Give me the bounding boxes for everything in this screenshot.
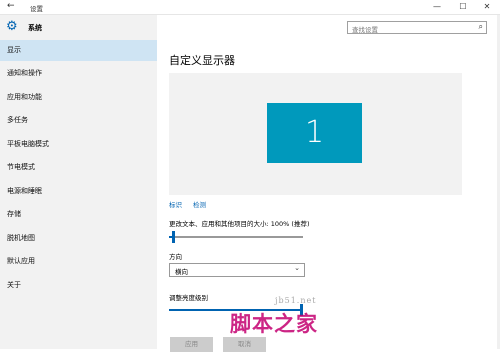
sidebar-item-offline-maps[interactable]: 脱机地图 — [0, 228, 157, 249]
orientation-value: 横向 — [175, 268, 188, 276]
orientation-select[interactable]: 横向 ⌄ — [169, 263, 305, 277]
main-content: 查找设置 ⌕ 自定义显示器 1 标识 检测 更改文本、应用和其他项目的大小: 1… — [157, 15, 500, 352]
sidebar-item-tablet-mode[interactable]: 平板电脑模式 — [0, 134, 157, 155]
close-button[interactable]: ✕ — [476, 0, 498, 14]
scale-label: 更改文本、应用和其他项目的大小: 100% (推荐) — [169, 220, 310, 228]
sidebar-item-notifications[interactable]: 通知和操作 — [0, 63, 157, 84]
gear-icon: ⚙ — [6, 19, 18, 34]
search-input[interactable]: 查找设置 ⌕ — [347, 21, 487, 34]
sidebar-item-label: 脱机地图 — [7, 234, 35, 242]
sidebar-item-apps[interactable]: 应用和功能 — [0, 87, 157, 108]
sidebar-item-storage[interactable]: 存储 — [0, 204, 157, 225]
scale-slider-thumb[interactable] — [172, 231, 175, 243]
monitor-tile[interactable]: 1 — [267, 103, 362, 163]
sidebar-item-label: 默认应用 — [7, 257, 35, 265]
sidebar-item-label: 通知和操作 — [7, 69, 42, 77]
sidebar-item-power-sleep[interactable]: 电源和睡眠 — [0, 181, 157, 202]
page-title: 自定义显示器 — [169, 54, 235, 67]
scale-slider[interactable] — [169, 231, 303, 243]
sidebar-item-default-apps[interactable]: 默认应用 — [0, 251, 157, 272]
back-arrow-icon[interactable]: ← — [7, 1, 15, 11]
brightness-label: 调整亮度级别 — [169, 294, 208, 302]
sidebar-item-label: 关于 — [7, 281, 21, 289]
chevron-down-icon: ⌄ — [294, 264, 300, 272]
search-icon[interactable]: ⌕ — [479, 22, 483, 32]
orientation-label: 方向 — [169, 253, 182, 261]
identify-link[interactable]: 标识 — [169, 199, 182, 209]
sidebar-item-about[interactable]: 关于 — [0, 275, 157, 296]
sidebar-item-label: 显示 — [7, 46, 21, 54]
detect-link[interactable]: 检测 — [193, 199, 206, 209]
title-bar: ← 设置 — ☐ ✕ — [0, 0, 500, 15]
sidebar-item-label: 存储 — [7, 210, 21, 218]
sidebar-item-multitasking[interactable]: 多任务 — [0, 110, 157, 131]
sidebar-item-display[interactable]: 显示 — [0, 40, 157, 61]
sidebar: ⚙ 系统 显示 通知和操作 应用和功能 多任务 平板电脑模式 节电模式 电源和睡… — [0, 15, 157, 349]
sidebar-item-label: 节电模式 — [7, 163, 35, 171]
sidebar-item-label: 应用和功能 — [7, 93, 42, 101]
search-placeholder: 查找设置 — [352, 26, 378, 34]
sidebar-item-battery-saver[interactable]: 节电模式 — [0, 157, 157, 178]
sidebar-item-label: 平板电脑模式 — [7, 140, 49, 148]
sidebar-header: ⚙ 系统 — [0, 15, 157, 39]
watermark-text: 脚本之家 — [230, 311, 318, 336]
sidebar-item-label: 电源和睡眠 — [7, 187, 42, 195]
maximize-button[interactable]: ☐ — [452, 0, 474, 14]
sidebar-title: 系统 — [28, 24, 42, 32]
watermark: jb51.net 脚本之家 — [190, 296, 340, 342]
window-title: 设置 — [30, 5, 43, 13]
watermark-sub: jb51.net — [275, 296, 317, 305]
display-arrangement-area: 1 — [169, 73, 462, 195]
sidebar-item-label: 多任务 — [7, 116, 28, 124]
minimize-button[interactable]: — — [426, 0, 448, 14]
